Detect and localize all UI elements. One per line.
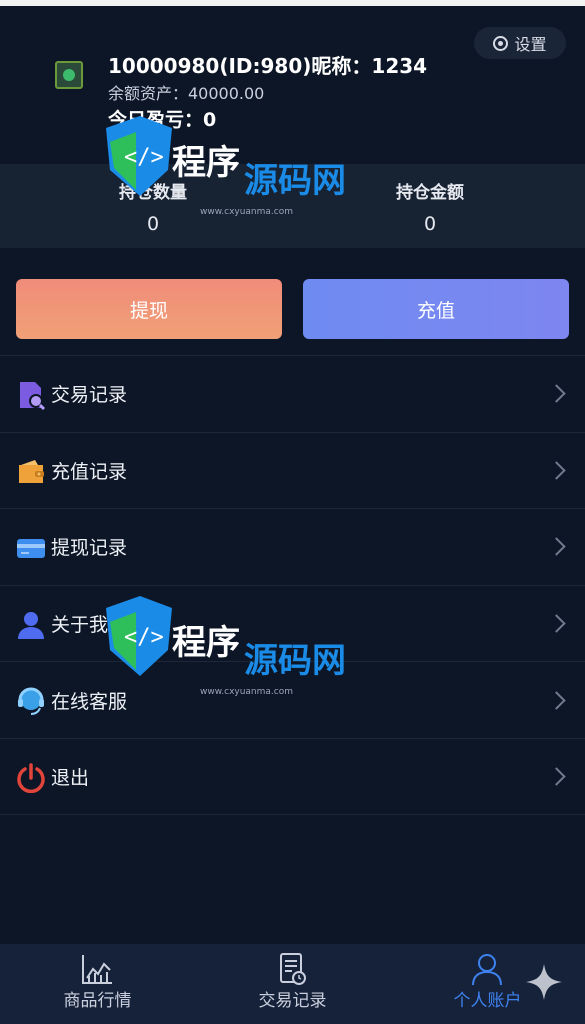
menu-item-about-us[interactable]: 关于我们 [0,584,585,662]
person-icon [472,954,502,986]
menu-item-deposit-records[interactable]: 充值记录 [0,431,585,509]
menu-label-trade-records: 交易记录 [51,384,128,407]
chevron-right-icon [547,384,566,403]
balance-text: 余额资产：40000.00 [108,84,265,103]
position-stats: 持仓数量 0 持仓金额 0 [0,164,585,248]
chevron-right-icon [547,767,566,786]
headset-icon [18,687,44,716]
chevron-right-icon [547,461,566,480]
account-menu: 交易记录 充值记录 提现记录 关于我们 在线客服 退出 [0,355,585,815]
withdraw-button[interactable]: 提现 [16,279,282,339]
menu-label-logout: 退出 [51,766,90,789]
chevron-right-icon [547,614,566,633]
position-amount-label: 持仓金额 [396,183,464,203]
position-amount-stat: 持仓金额 0 [330,178,530,235]
tab-label-market: 商品行情 [63,991,132,1011]
user-id-nickname: 10000980(ID:980)昵称：1234 [108,54,428,78]
position-qty-value: 0 [146,213,160,235]
chart-icon [82,955,112,984]
menu-item-logout[interactable]: 退出 [0,737,585,815]
sparkle-icon [526,964,562,1000]
menu-label-deposit-records: 充值记录 [51,460,128,483]
menu-item-online-support[interactable]: 在线客服 [0,661,585,738]
position-qty-label: 持仓数量 [119,183,187,203]
menu-item-withdraw-records[interactable]: 提现记录 [0,508,585,585]
chevron-right-icon [547,690,566,710]
position-qty-stat: 持仓数量 0 [53,178,253,235]
tab-label-trade-records: 交易记录 [258,991,327,1011]
account-header: 10000980(ID:980)昵称：1234 余额资产：40000.00 今日… [0,6,585,164]
settings-button[interactable]: 设置 [474,27,566,59]
avatar[interactable] [55,61,83,89]
bottom-tab-bar: 商品行情 交易记录 个人账户 [0,944,585,1024]
trade-record-icon [20,382,46,410]
card-icon [17,539,45,559]
menu-item-trade-records[interactable]: 交易记录 [0,355,585,432]
chevron-right-icon [547,537,566,557]
wallet-icon [19,459,44,483]
user-icon [18,611,44,639]
position-amount-value: 0 [423,213,437,235]
menu-label-online-support: 在线客服 [51,690,128,713]
document-icon [280,953,306,985]
gear-icon [493,35,509,51]
deposit-button[interactable]: 充值 [303,279,569,339]
menu-label-about-us: 关于我们 [51,614,128,637]
tab-trade-records[interactable]: 交易记录 [195,944,390,1024]
tab-market[interactable]: 商品行情 [0,944,195,1024]
today-pnl-text: 今日盈亏：0 [108,109,217,131]
power-icon [17,763,45,793]
settings-label: 设置 [514,35,547,54]
menu-label-withdraw-records: 提现记录 [51,537,128,560]
